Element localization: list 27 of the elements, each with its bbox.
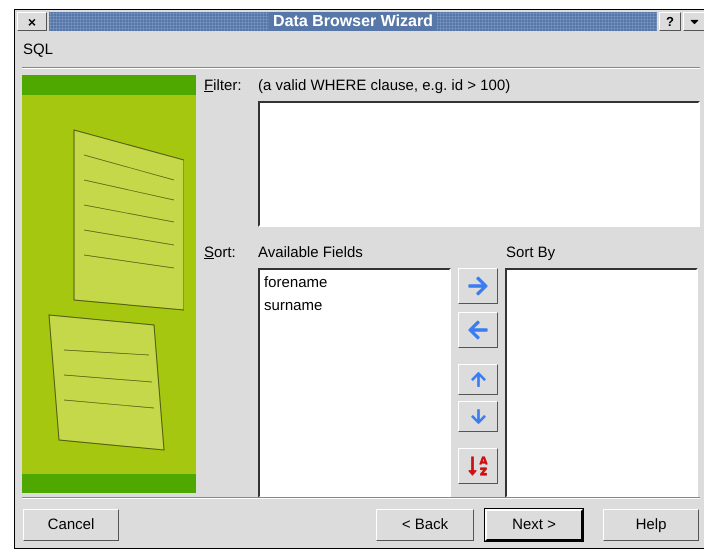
up-arrow-icon xyxy=(470,371,486,388)
dialog-button[interactable]: Next > xyxy=(485,509,583,541)
page-title: SQL xyxy=(23,40,54,60)
move-down-button[interactable] xyxy=(458,401,498,432)
field-item[interactable]: surname xyxy=(260,294,449,317)
add-field-button[interactable] xyxy=(458,268,498,304)
right-arrow-icon xyxy=(467,275,489,297)
dialog-button[interactable]: Help xyxy=(603,509,699,541)
filter-hint: (a valid WHERE clause, e.g. id > 100) xyxy=(258,76,510,96)
filter-label: Filter: xyxy=(204,76,243,96)
sort-order-button[interactable] xyxy=(458,448,498,484)
dialog-button[interactable]: < Back xyxy=(376,509,474,541)
available-fields-title: Available Fields xyxy=(258,242,364,263)
left-arrow-icon xyxy=(467,319,489,341)
filter-field[interactable] xyxy=(258,100,700,226)
sort-alpha-icon xyxy=(467,455,489,477)
sort-label: Sort: xyxy=(204,242,237,263)
window-title: Data Browser Wizard xyxy=(269,12,437,31)
down-arrow-icon xyxy=(470,408,486,425)
move-up-button[interactable] xyxy=(458,364,498,395)
field-item[interactable]: forename xyxy=(260,271,449,294)
window-menu-button[interactable] xyxy=(683,12,704,31)
remove-field-button[interactable] xyxy=(458,312,498,348)
dialog-button[interactable]: Cancel xyxy=(23,509,119,541)
help-button[interactable]: ? xyxy=(659,12,681,31)
close-button[interactable]: × xyxy=(17,12,47,31)
sort-by-title: Sort By xyxy=(506,242,556,263)
